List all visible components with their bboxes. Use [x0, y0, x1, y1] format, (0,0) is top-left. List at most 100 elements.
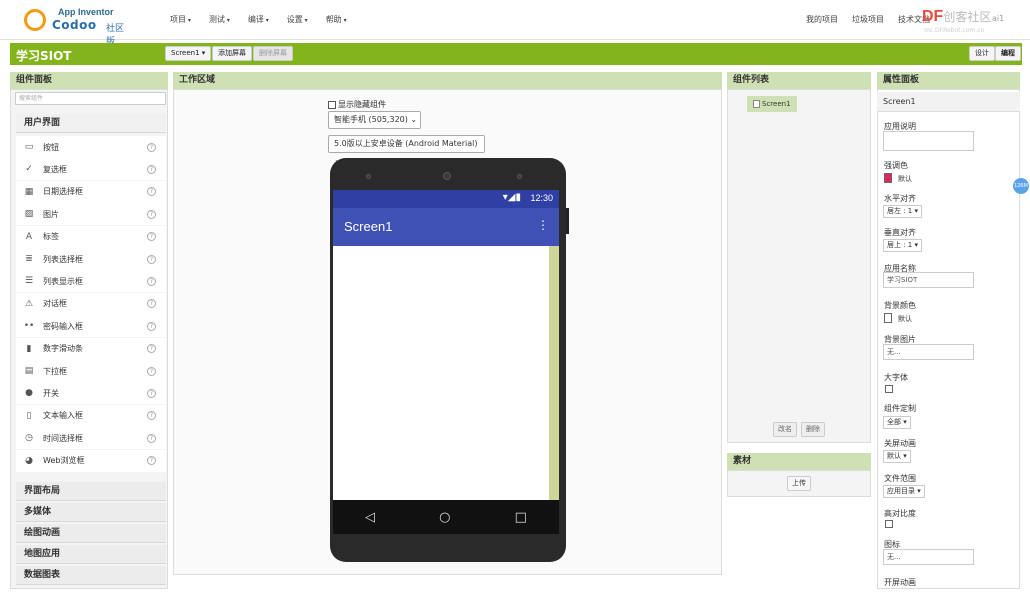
project-title: 学习SIOT: [16, 49, 72, 63]
help-icon[interactable]: ?: [147, 321, 156, 331]
accent-color-value: 默认: [898, 175, 912, 183]
palette-item[interactable]: ▦ 日期选择框?: [16, 180, 166, 203]
slider-icon: ▮: [26, 343, 32, 354]
menu-test[interactable]: 测试: [209, 14, 230, 25]
signal-icons: ▾◢▮: [502, 192, 521, 203]
top-links: 我的项目 垃圾项目 技术文档: [806, 14, 930, 25]
screen-icon: [753, 100, 760, 108]
palette-item[interactable]: •• 密码输入框?: [16, 315, 166, 338]
help-icon[interactable]: ?: [147, 209, 156, 219]
menu-help[interactable]: 帮助: [326, 14, 347, 25]
link-trash[interactable]: 垃圾项目: [852, 14, 884, 25]
category-layout[interactable]: 界面布局: [16, 482, 166, 501]
help-icon[interactable]: ?: [147, 164, 156, 174]
status-bar: ▾◢▮ 12:30: [333, 190, 559, 208]
help-icon[interactable]: ?: [147, 299, 156, 309]
palette-search-input[interactable]: 搜索组件: [15, 92, 166, 105]
listpicker-icon: ≣: [25, 254, 33, 264]
menu-settings[interactable]: 设置: [287, 14, 308, 25]
remove-screen-button[interactable]: 删除屏幕: [253, 46, 293, 61]
clock-icon: ◷: [25, 433, 33, 444]
blocks-button[interactable]: 编程: [995, 46, 1021, 61]
screen-title: Screen1: [344, 219, 393, 234]
screen-select[interactable]: Screen1 ▾: [165, 46, 212, 61]
help-icon[interactable]: ?: [147, 344, 156, 354]
rename-button[interactable]: 改名: [773, 422, 797, 437]
palette-item[interactable]: ▭ 按钮?: [16, 136, 166, 158]
help-icon[interactable]: ?: [147, 142, 156, 152]
category-drawing[interactable]: 绘图动画: [16, 524, 166, 543]
help-icon[interactable]: ?: [147, 254, 156, 264]
palette-item[interactable]: ☰ 列表显示框?: [16, 270, 166, 293]
filescope-select[interactable]: 应用目录 ▾: [883, 485, 925, 498]
app-logo[interactable]: App Inventor Codoo 社区版: [24, 6, 124, 47]
link-my-projects[interactable]: 我的项目: [806, 14, 838, 25]
palette-item[interactable]: ▯ 文本输入框?: [16, 404, 166, 427]
palette-item[interactable]: ◷ 时间选择框?: [16, 427, 166, 450]
show-hidden-checkbox[interactable]: [328, 100, 336, 109]
theme-select[interactable]: 5.0版以上安卓设备 (Android Material) ⌄: [328, 135, 485, 164]
help-icon[interactable]: ?: [147, 411, 156, 421]
upload-button[interactable]: 上传: [787, 476, 811, 491]
designer-button[interactable]: 设计: [969, 46, 995, 61]
password-icon: ••: [23, 321, 35, 332]
palette-header: 组件面板: [10, 72, 168, 89]
closeanim-select[interactable]: 默认 ▾: [883, 450, 911, 463]
menu-project[interactable]: 项目: [170, 14, 191, 25]
help-icon[interactable]: ?: [147, 187, 156, 197]
palette-item-label: 标签: [43, 232, 59, 242]
side-memory-badge[interactable]: 126M: [1013, 178, 1029, 194]
contrast-checkbox[interactable]: [885, 520, 893, 528]
bgimage-input[interactable]: 无...: [883, 344, 974, 360]
appname-input[interactable]: 学习SIOT: [883, 272, 974, 288]
help-icon[interactable]: ?: [147, 388, 156, 398]
valign-select[interactable]: 居上 : 1 ▾: [883, 239, 923, 252]
help-icon[interactable]: ?: [147, 276, 156, 286]
screen-canvas[interactable]: [333, 246, 559, 500]
show-hidden-row: 显示隐藏组件: [328, 99, 386, 110]
menu-build[interactable]: 编译: [248, 14, 269, 25]
prop-about-input[interactable]: [883, 131, 974, 151]
palette-item-label: 密码输入框: [43, 321, 83, 331]
bigfont-checkbox[interactable]: [885, 385, 893, 393]
palette-item[interactable]: ⚠ 对话框?: [16, 292, 166, 315]
help-icon[interactable]: ?: [147, 456, 156, 466]
logo-brand: Codoo: [52, 18, 97, 32]
prop-bigfont-label: 大字体: [884, 373, 908, 382]
palette-item[interactable]: A 标签?: [16, 225, 166, 248]
prop-valign-label: 垂直对齐: [884, 228, 916, 237]
help-icon[interactable]: ?: [147, 232, 156, 242]
recent-apps-icon: □: [514, 509, 527, 525]
category-user-interface[interactable]: 用户界面: [16, 114, 166, 133]
add-screen-button[interactable]: 添加屏幕: [212, 46, 252, 61]
device-size-select[interactable]: 智能手机 (505,320) ⌄: [328, 111, 421, 129]
palette-item-label: 数字滑动条: [43, 344, 83, 354]
icon-input[interactable]: 无...: [883, 549, 974, 565]
category-media[interactable]: 多媒体: [16, 503, 166, 522]
palette-item[interactable]: ● 开关?: [16, 382, 166, 405]
palette-item-label: 列表显示框: [43, 276, 83, 286]
tree-item-screen1[interactable]: Screen1: [747, 96, 797, 112]
app-title-bar[interactable]: Screen1 ⋮: [333, 208, 559, 246]
palette-item[interactable]: ▤ 下拉框?: [16, 360, 166, 382]
help-icon[interactable]: ?: [147, 433, 156, 443]
palette-item[interactable]: ✓ 复选框?: [16, 158, 166, 181]
delete-button[interactable]: 删除: [801, 422, 825, 437]
help-icon[interactable]: ?: [147, 366, 156, 376]
palette-item[interactable]: ▨ 图片?: [16, 203, 166, 226]
user-menu[interactable]: ai1: [992, 14, 1004, 23]
category-maps[interactable]: 地图应用: [16, 545, 166, 564]
df-watermark: DF创客社区: [922, 8, 992, 25]
media-header: 素材: [727, 453, 871, 470]
palette-item[interactable]: ≣ 列表选择框?: [16, 248, 166, 270]
bgcolor-swatch[interactable]: [884, 313, 892, 323]
palette-item[interactable]: ◕ Web浏览框?: [16, 449, 166, 472]
accent-color-swatch[interactable]: [884, 173, 892, 183]
properties-component-name: Screen1: [877, 92, 1020, 112]
palette-item[interactable]: ▮ 数字滑动条?: [16, 337, 166, 360]
halign-select[interactable]: 居左 : 1 ▾: [883, 205, 923, 218]
blocks-select[interactable]: 全部 ▾: [883, 416, 911, 429]
category-charts[interactable]: 数据图表: [16, 566, 166, 585]
palette-item-label: 列表选择框: [43, 254, 83, 264]
screen-scrollbar[interactable]: [549, 246, 559, 500]
